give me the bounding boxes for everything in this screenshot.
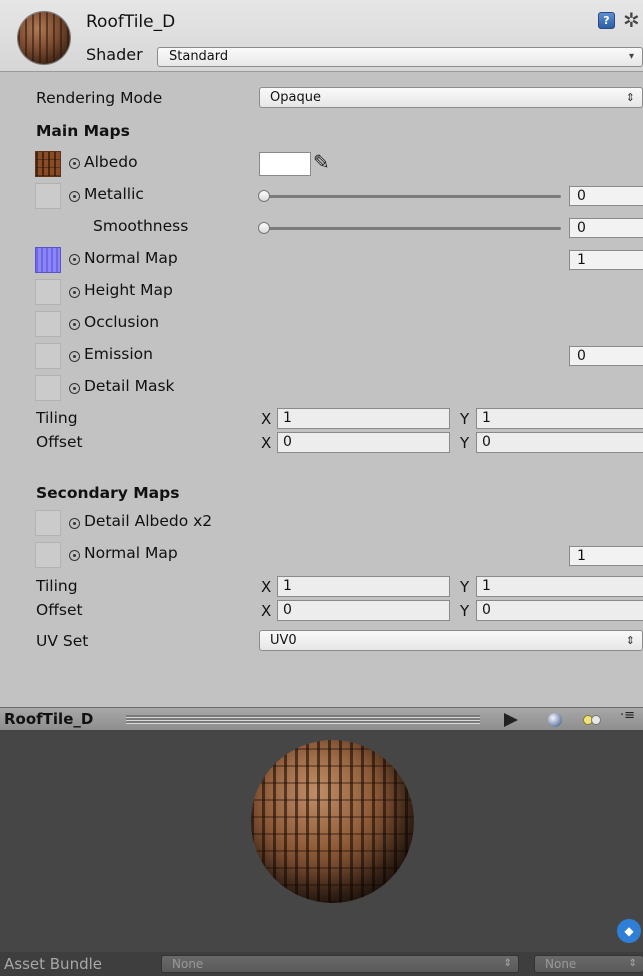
normal-map-label: Normal Map bbox=[84, 249, 178, 267]
chevron-down-icon: ▾ bbox=[628, 51, 634, 62]
secondary-tiling-y-field[interactable]: 1 bbox=[476, 576, 643, 597]
detail-mask-label: Detail Mask bbox=[84, 377, 175, 395]
detail-albedo-picker-icon[interactable] bbox=[69, 518, 80, 529]
secondary-offset-label: Offset bbox=[36, 601, 83, 619]
height-map-label: Height Map bbox=[84, 281, 173, 299]
sphere-icon[interactable] bbox=[548, 713, 562, 727]
secondary-tiling-x-field[interactable]: 1 bbox=[277, 576, 450, 597]
material-title: RoofTile_D bbox=[86, 12, 176, 32]
rendering-mode-dropdown[interactable]: Opaque ⇕ bbox=[259, 87, 643, 108]
albedo-texture-slot[interactable] bbox=[35, 151, 61, 177]
metallic-slider-thumb[interactable] bbox=[258, 190, 270, 202]
secondary-tiling-x-label: X bbox=[261, 578, 272, 596]
main-tiling-x-field[interactable]: 1 bbox=[277, 408, 450, 429]
occlusion-texture-slot[interactable] bbox=[35, 311, 61, 337]
menu-icon[interactable]: ·≡ bbox=[620, 708, 635, 726]
emission-picker-icon[interactable] bbox=[69, 351, 80, 362]
main-maps-heading: Main Maps bbox=[36, 122, 130, 140]
height-map-picker-icon[interactable] bbox=[69, 287, 80, 298]
secondary-tiling-label: Tiling bbox=[36, 577, 78, 595]
occlusion-label: Occlusion bbox=[84, 313, 160, 331]
asset-bundle-name-value: None bbox=[172, 957, 204, 971]
main-tiling-x-label: X bbox=[261, 410, 272, 428]
metallic-value-field[interactable]: 0 bbox=[569, 186, 643, 206]
main-offset-label: Offset bbox=[36, 433, 83, 451]
main-offset-y-field[interactable]: 0 bbox=[476, 432, 643, 453]
shader-label: Shader bbox=[86, 45, 143, 64]
main-offset-y-label: Y bbox=[460, 434, 470, 452]
secondary-normal-map-label: Normal Map bbox=[84, 544, 178, 562]
gear-icon[interactable]: ✲ bbox=[623, 8, 640, 32]
normal-map-scale-field[interactable]: 1 bbox=[569, 250, 643, 270]
asset-bundle-label: Asset Bundle bbox=[4, 955, 102, 973]
secondary-offset-x-field[interactable]: 0 bbox=[277, 600, 450, 621]
secondary-offset-y-field[interactable]: 0 bbox=[476, 600, 643, 621]
material-header: RoofTile_D Shader Standard ▾ ? ✲ bbox=[0, 0, 643, 72]
smoothness-label: Smoothness bbox=[93, 217, 189, 235]
emission-value-field[interactable]: 0 bbox=[569, 346, 643, 366]
normal-map-picker-icon[interactable] bbox=[69, 254, 80, 265]
secondary-tiling-y-label: Y bbox=[460, 578, 470, 596]
shader-dropdown-value: Standard bbox=[169, 49, 229, 64]
preview-sphere bbox=[251, 740, 414, 903]
material-thumbnail bbox=[18, 12, 70, 64]
asset-bundle-bar: Asset Bundle None ⇕ None ⇕ bbox=[0, 952, 643, 976]
smoothness-value-field[interactable]: 0 bbox=[569, 218, 643, 238]
metallic-texture-slot[interactable] bbox=[35, 183, 61, 209]
play-icon[interactable] bbox=[504, 713, 518, 727]
metallic-picker-icon[interactable] bbox=[69, 191, 80, 202]
light-two bbox=[591, 715, 601, 725]
detail-albedo-label: Detail Albedo x2 bbox=[84, 512, 213, 530]
normal-map-texture-slot[interactable] bbox=[35, 247, 61, 273]
lights-icon[interactable] bbox=[583, 713, 603, 727]
main-tiling-y-field[interactable]: 1 bbox=[476, 408, 643, 429]
shader-dropdown[interactable]: Standard ▾ bbox=[157, 47, 643, 67]
preview-toolbar: RoofTile_D ·≡ bbox=[0, 707, 643, 731]
secondary-normal-map-texture-slot[interactable] bbox=[35, 542, 61, 568]
emission-texture-slot[interactable] bbox=[35, 343, 61, 369]
rendering-mode-label: Rendering Mode bbox=[36, 89, 163, 107]
main-offset-x-field[interactable]: 0 bbox=[277, 432, 450, 453]
detail-mask-texture-slot[interactable] bbox=[35, 375, 61, 401]
updown-arrows-icon: ⇕ bbox=[503, 958, 512, 969]
updown-arrows-icon: ⇕ bbox=[625, 91, 635, 104]
secondary-offset-y-label: Y bbox=[460, 602, 470, 620]
emission-label: Emission bbox=[84, 345, 153, 363]
metallic-slider-track[interactable] bbox=[263, 195, 561, 198]
uv-set-value: UV0 bbox=[270, 633, 297, 648]
rendering-mode-value: Opaque bbox=[270, 90, 321, 105]
asset-bundle-name-dropdown[interactable]: None ⇕ bbox=[161, 955, 519, 973]
smoothness-slider-track[interactable] bbox=[263, 227, 561, 230]
material-preview[interactable]: ◆ bbox=[0, 731, 643, 952]
main-offset-x-label: X bbox=[261, 434, 272, 452]
albedo-color-swatch[interactable] bbox=[259, 152, 311, 176]
albedo-picker-icon[interactable] bbox=[69, 158, 80, 169]
asset-bundle-variant-value: None bbox=[545, 957, 577, 971]
height-map-texture-slot[interactable] bbox=[35, 279, 61, 305]
smoothness-slider-thumb[interactable] bbox=[258, 222, 270, 234]
tag-icon[interactable]: ◆ bbox=[617, 919, 641, 943]
updown-arrows-icon: ⇕ bbox=[628, 958, 637, 969]
occlusion-picker-icon[interactable] bbox=[69, 319, 80, 330]
secondary-normal-map-scale-field[interactable]: 1 bbox=[569, 546, 643, 566]
detail-albedo-texture-slot[interactable] bbox=[35, 510, 61, 536]
albedo-label: Albedo bbox=[84, 153, 138, 171]
main-tiling-label: Tiling bbox=[36, 409, 78, 427]
help-book-icon[interactable]: ? bbox=[598, 12, 615, 29]
secondary-offset-x-label: X bbox=[261, 602, 272, 620]
preview-title: RoofTile_D bbox=[4, 710, 94, 728]
secondary-maps-heading: Secondary Maps bbox=[36, 484, 180, 502]
asset-bundle-variant-dropdown[interactable]: None ⇕ bbox=[534, 955, 643, 973]
eyedropper-icon[interactable]: ✎ bbox=[313, 150, 330, 174]
updown-arrows-icon: ⇕ bbox=[625, 634, 635, 647]
detail-mask-picker-icon[interactable] bbox=[69, 383, 80, 394]
secondary-normal-map-picker-icon[interactable] bbox=[69, 550, 80, 561]
main-tiling-y-label: Y bbox=[460, 410, 470, 428]
preview-resize-grip[interactable] bbox=[126, 715, 480, 724]
metallic-label: Metallic bbox=[84, 185, 144, 203]
uv-set-dropdown[interactable]: UV0 ⇕ bbox=[259, 630, 643, 651]
uv-set-label: UV Set bbox=[36, 632, 89, 650]
